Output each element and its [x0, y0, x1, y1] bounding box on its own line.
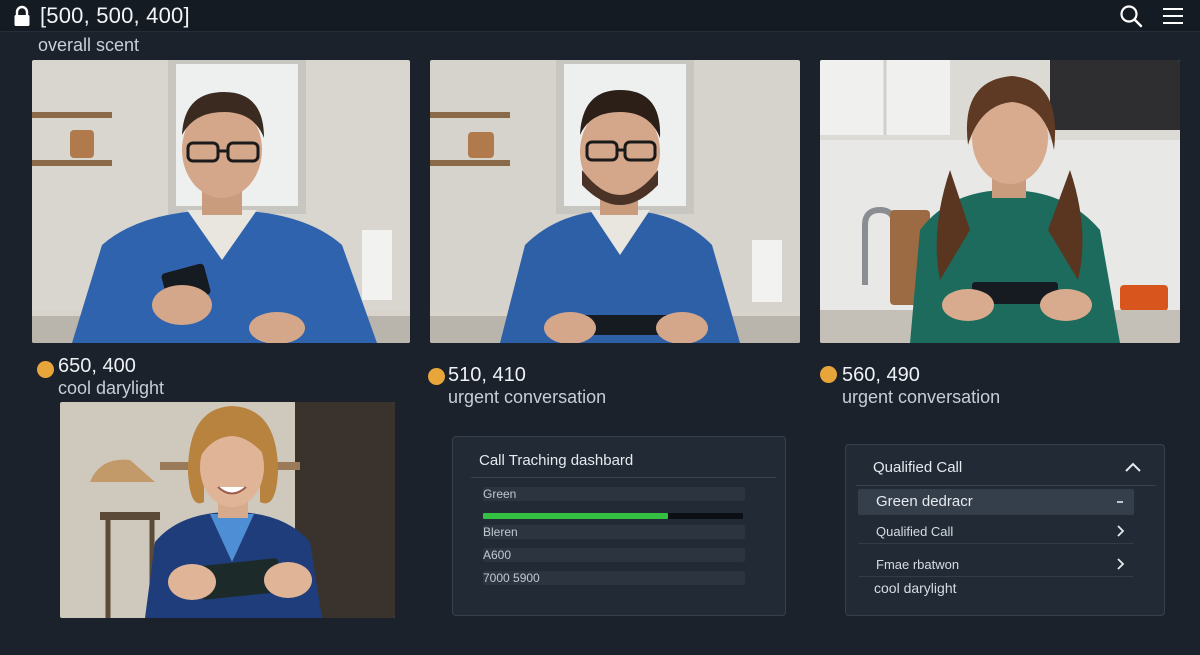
call-tracking-dashboard: Call Traching dashbard Green Bleren A600…: [452, 436, 786, 616]
search-icon[interactable]: [1118, 3, 1144, 29]
dashboard-row: 7000 5900: [483, 571, 745, 585]
dashboard-row: Bleren: [483, 525, 745, 539]
row-label: Green: [483, 487, 517, 501]
dropdown-item-label: Qualified Call: [876, 524, 954, 539]
qualified-call-panel: Qualified Call Green dedracr Qualified C…: [845, 444, 1165, 616]
top-bar: [500, 500, 400]: [0, 0, 1200, 32]
row-label: 7000 5900: [483, 571, 540, 585]
divider: [856, 485, 1156, 486]
lock-icon: [14, 5, 30, 26]
dropdown-item-green-dedracr[interactable]: Green dedracr: [858, 489, 1134, 515]
dashboard-row: Green: [483, 487, 745, 501]
card-coords: 650, 400: [58, 355, 136, 377]
dropdown-item-fmae-rbatwon[interactable]: Fmae rbatwon: [858, 551, 1134, 577]
card-coords: 560, 490: [842, 364, 920, 386]
dropdown-item-qualified-call[interactable]: Qualified Call: [858, 518, 1134, 544]
chevron-up-icon[interactable]: [1124, 461, 1142, 473]
chevron-right-icon: [1117, 558, 1125, 570]
photo-man-glasses-2[interactable]: [430, 60, 800, 343]
page-subtitle: overall scent: [38, 35, 140, 55]
chevron-right-icon: [1117, 525, 1125, 537]
row-label: Bleren: [483, 525, 518, 539]
divider: [471, 477, 776, 478]
window-title: [500, 500, 400]: [40, 3, 190, 28]
status-dot: [37, 361, 54, 378]
photo-woman-green-sweater[interactable]: [820, 60, 1180, 343]
row-label: A600: [483, 548, 512, 562]
status-dot: [820, 366, 837, 383]
photo-man-glasses-1[interactable]: [32, 60, 410, 343]
photo-woman-smiling[interactable]: [60, 402, 395, 618]
menu-icon[interactable]: [1160, 3, 1186, 29]
progress-bar: [483, 513, 743, 519]
dropdown-title: Qualified Call: [873, 459, 963, 476]
dashboard-row: A600: [483, 548, 745, 562]
dropdown-footer-note: cool darylight: [874, 580, 957, 596]
card-caption: cool darylight: [58, 378, 165, 398]
dropdown-item-label: Fmae rbatwon: [876, 557, 960, 572]
dropdown-item-label: Green dedracr: [876, 493, 973, 510]
progress-fill: [483, 513, 668, 519]
card-coords: 510, 410: [448, 364, 526, 386]
card-caption: urgent conversation: [842, 387, 1001, 407]
dashboard-title: Call Traching dashbard: [479, 452, 634, 469]
chevron-down-icon: [1117, 501, 1123, 503]
status-dot: [428, 368, 445, 385]
card-caption: urgent conversation: [448, 387, 607, 407]
